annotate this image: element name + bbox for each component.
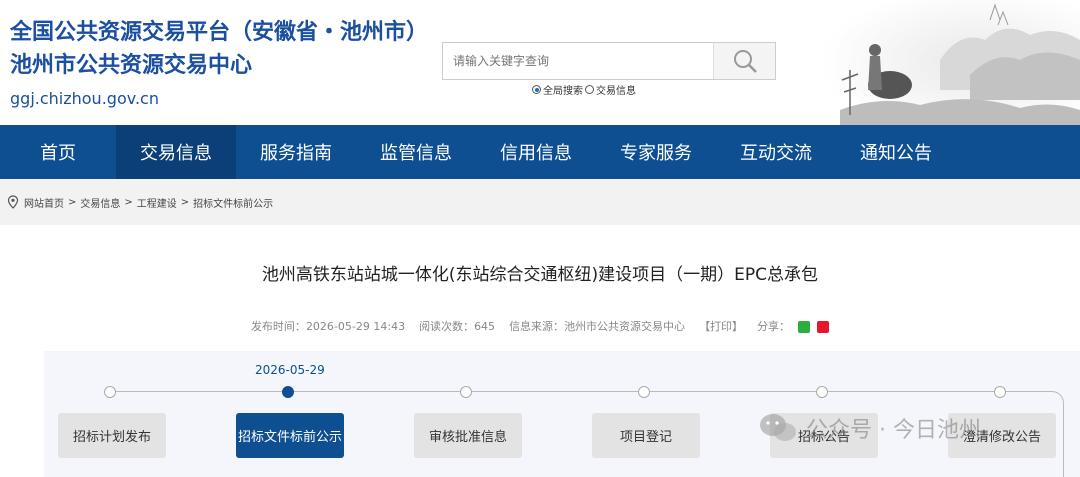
step-approval-info[interactable]: 审核批准信息 <box>414 413 522 458</box>
timeline-dot <box>104 386 116 398</box>
search-icon <box>733 50 757 73</box>
timeline-line <box>110 391 1018 392</box>
radio-trade-info[interactable] <box>585 85 594 94</box>
timeline-dot-active <box>282 386 294 398</box>
breadcrumb-trade-info[interactable]: 交易信息 <box>80 195 120 210</box>
share-area: 分享： <box>757 318 830 334</box>
radio-global-label: 全局搜索 <box>543 86 583 97</box>
nav-item-service-guide[interactable]: 服务指南 <box>236 125 356 179</box>
site-subtitle[interactable]: 池州市公共资源交易中心 <box>10 50 252 82</box>
breadcrumb-separator: > <box>180 196 190 208</box>
radio-global-search[interactable] <box>532 85 541 94</box>
nav-item-notice[interactable]: 通知公告 <box>836 125 956 179</box>
step-project-registration[interactable]: 项目登记 <box>592 413 700 458</box>
location-pin-icon <box>7 195 19 209</box>
timeline-dot <box>994 386 1006 398</box>
view-count: 阅读次数：645 <box>419 320 496 333</box>
article-meta: 发布时间：2026-05-29 14:43 阅读次数：645 信息来源：池州市公… <box>0 318 1080 334</box>
radio-trade-label: 交易信息 <box>596 86 636 97</box>
watermark: 公众号 · 今日池州 <box>758 412 981 444</box>
breadcrumb: 网站首页 > 交易信息 > 工程建设 > 招标文件标前公示 <box>0 179 1080 225</box>
search-scope: 全局搜索 交易信息 <box>532 82 636 97</box>
watermark-text: 公众号 · 今日池州 <box>806 418 981 443</box>
main-nav: 首页 交易信息 服务指南 监管信息 信用信息 专家服务 互动交流 通知公告 <box>0 125 1080 179</box>
breadcrumb-engineering[interactable]: 工程建设 <box>137 195 177 210</box>
site-title[interactable]: 全国公共资源交易平台（安徽省・池州市） <box>10 17 428 49</box>
nav-item-supervision[interactable]: 监管信息 <box>356 125 476 179</box>
timeline-dot <box>816 386 828 398</box>
timeline-dot <box>638 386 650 398</box>
nav-item-credit[interactable]: 信用信息 <box>476 125 596 179</box>
article-title: 池州高铁东站站城一体化(东站综合交通枢纽)建设项目（一期）EPC总承包 <box>261 265 819 285</box>
search-button[interactable] <box>713 43 775 79</box>
nav-item-home[interactable]: 首页 <box>0 125 116 179</box>
breadcrumb-current[interactable]: 招标文件标前公示 <box>193 195 273 210</box>
step-tender-doc-publicity[interactable]: 招标文件标前公示 <box>236 413 344 458</box>
site-header: 全国公共资源交易平台（安徽省・池州市） 池州市公共资源交易中心 ggj.chiz… <box>0 0 1080 125</box>
wechat-share-icon[interactable] <box>797 321 810 333</box>
search-input[interactable] <box>443 43 713 79</box>
timeline-dot <box>460 386 472 398</box>
nav-item-expert[interactable]: 专家服务 <box>596 125 716 179</box>
nav-item-trade-info[interactable]: 交易信息 <box>116 125 236 179</box>
nav-item-interaction[interactable]: 互动交流 <box>716 125 836 179</box>
print-link[interactable]: 【打印】 <box>699 318 743 334</box>
search-box <box>442 42 776 80</box>
weibo-share-icon[interactable] <box>817 321 830 333</box>
wechat-logo-icon <box>760 414 796 441</box>
timeline-date: 2026-05-29 <box>255 363 325 377</box>
publish-time: 发布时间：2026-05-29 14:43 <box>250 320 406 333</box>
site-url: ggj.chizhou.gov.cn <box>10 89 159 108</box>
breadcrumb-home[interactable]: 网站首页 <box>24 195 64 210</box>
breadcrumb-separator: > <box>124 196 133 208</box>
breadcrumb-separator: > <box>68 196 77 208</box>
info-source: 信息来源：池州市公共资源交易中心 <box>509 320 686 333</box>
landscape-illustration <box>820 0 1080 125</box>
step-plan-release[interactable]: 招标计划发布 <box>58 413 166 458</box>
